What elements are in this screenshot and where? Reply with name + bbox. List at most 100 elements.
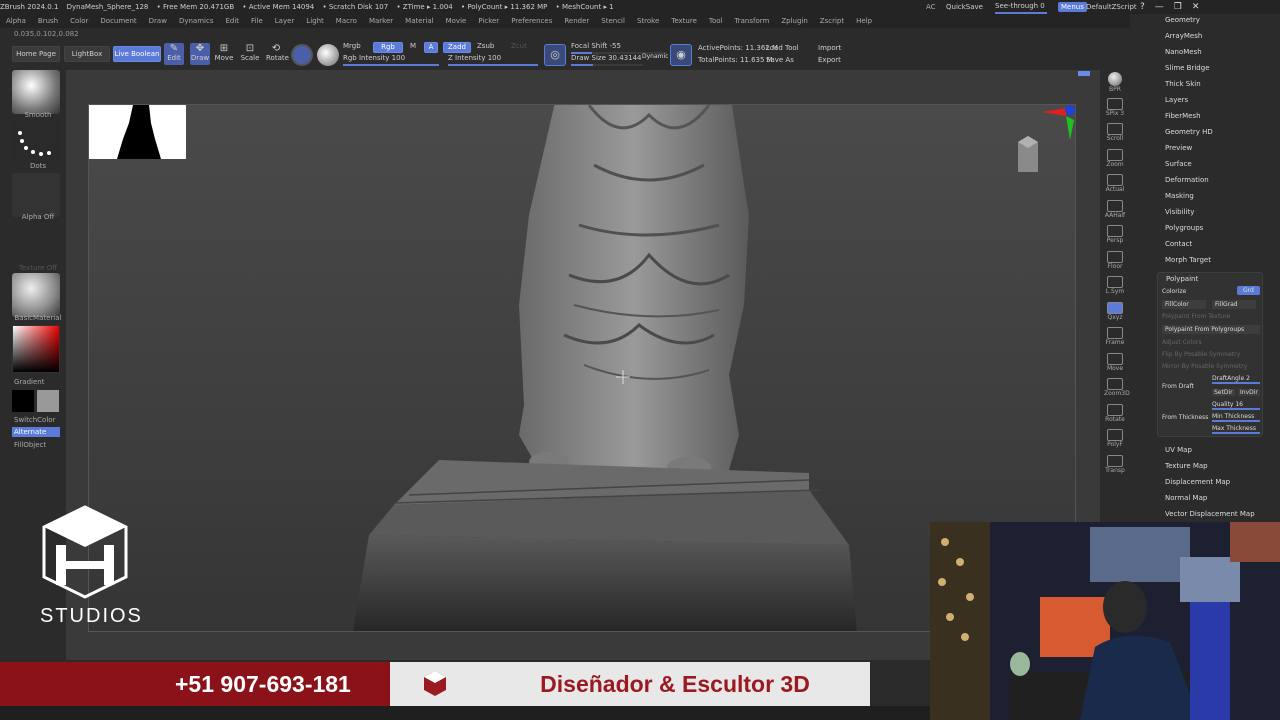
quicksave-button[interactable]: QuickSave <box>946 0 983 14</box>
load-tool-button[interactable]: Load Tool <box>766 44 799 52</box>
focal-icon[interactable]: ◎ <box>544 44 566 66</box>
dynamic-toggle[interactable]: Dynamic <box>642 53 668 60</box>
alpha-thumbnail[interactable] <box>12 173 60 217</box>
setdir-button[interactable]: SetDir <box>1212 389 1235 396</box>
reference-image[interactable] <box>89 105 186 159</box>
menu-edit[interactable]: Edit <box>225 17 239 25</box>
shelf-polyf[interactable]: PolyF <box>1104 429 1126 451</box>
menu-macro[interactable]: Macro <box>336 17 357 25</box>
palette-polygroups[interactable]: Polygroups <box>1165 224 1203 232</box>
draw-size-icon[interactable]: ◉ <box>670 44 692 66</box>
menu-alpha[interactable]: Alpha <box>6 17 26 25</box>
material-thumbnail[interactable] <box>12 273 60 317</box>
main-color-swatch[interactable] <box>12 390 34 412</box>
rotate-button[interactable]: ⟲ Rotate <box>266 43 289 65</box>
home-page-button[interactable]: Home Page <box>12 46 60 62</box>
mrgb-toggle[interactable]: Mrgb <box>343 42 373 50</box>
shelf-qxyz[interactable]: Qxyz <box>1104 301 1126 324</box>
draw-button[interactable]: ✥ Draw <box>190 43 210 65</box>
fillgrad-button[interactable]: FillGrad <box>1212 300 1256 309</box>
polypaint-from-polygroups[interactable]: Polypaint From Polygroups <box>1162 325 1260 334</box>
shelf-zoom[interactable]: Zoom <box>1104 148 1126 171</box>
menu-layer[interactable]: Layer <box>275 17 295 25</box>
shelf-zoom3d[interactable]: Zoom3D <box>1104 378 1130 400</box>
gizmo-icon[interactable] <box>291 44 313 66</box>
palette-masking[interactable]: Masking <box>1165 192 1194 200</box>
fillcolor-button[interactable]: FillColor <box>1162 300 1206 309</box>
palette-normal-map[interactable]: Normal Map <box>1165 494 1207 502</box>
secondary-color-swatch[interactable] <box>37 390 59 412</box>
menu-stroke[interactable]: Stroke <box>637 17 659 25</box>
shelf-scroll[interactable]: Scroll <box>1104 123 1126 145</box>
switchcolor-button[interactable]: SwitchColor <box>14 416 70 424</box>
menu-transform[interactable]: Transform <box>735 17 770 25</box>
max-thickness-slider[interactable]: Max Thickness <box>1212 425 1260 434</box>
palette-preview[interactable]: Preview <box>1165 144 1192 152</box>
palette-deformation[interactable]: Deformation <box>1165 176 1209 184</box>
live-boolean-button[interactable]: Live Boolean <box>113 46 161 62</box>
shelf-move[interactable]: Move <box>1104 352 1126 375</box>
help-icon[interactable]: ? <box>1140 2 1155 12</box>
menu-tool[interactable]: Tool <box>709 17 723 25</box>
window-controls[interactable]: ?—❐✕ <box>1140 0 1209 14</box>
menu-zscript[interactable]: Zscript <box>820 17 844 25</box>
palette-fibermesh[interactable]: FiberMesh <box>1165 112 1201 120</box>
menu-dynamics[interactable]: Dynamics <box>179 17 214 25</box>
brush-thumbnail[interactable] <box>12 70 60 114</box>
menu-texture[interactable]: Texture <box>671 17 697 25</box>
import-button[interactable]: Import <box>818 44 841 52</box>
palette-layers[interactable]: Layers <box>1165 96 1188 104</box>
document-canvas[interactable] <box>88 104 1076 632</box>
draftangle-slider[interactable]: DraftAngle 2 <box>1212 375 1260 384</box>
edit-button[interactable]: ✎ Edit <box>164 43 184 65</box>
menu-preferences[interactable]: Preferences <box>511 17 552 25</box>
palette-texture-map[interactable]: Texture Map <box>1165 462 1208 470</box>
menu-movie[interactable]: Movie <box>446 17 467 25</box>
shelf-spix-3[interactable]: SPix 3 <box>1104 97 1126 120</box>
shelf-bpr[interactable]: BPR <box>1104 72 1126 94</box>
material-sphere-icon[interactable] <box>317 44 339 66</box>
colorize-toggle[interactable]: Colorize <box>1162 288 1186 295</box>
invdir-button[interactable]: InvDir <box>1238 389 1260 396</box>
navigation-cube-icon[interactable] <box>1010 132 1046 180</box>
palette-geometry[interactable]: Geometry <box>1165 16 1200 24</box>
zsub-toggle[interactable]: Zsub <box>477 42 499 50</box>
minimize-icon[interactable]: — <box>1155 2 1174 12</box>
restore-icon[interactable]: ❐ <box>1174 2 1192 12</box>
shelf-aahalf[interactable]: AAHalf <box>1104 199 1126 222</box>
palette-slime-bridge[interactable]: Slime Bridge <box>1165 64 1210 72</box>
palette-uv-map[interactable]: UV Map <box>1165 446 1192 454</box>
flip-posable-symmetry[interactable]: Flip By Posable Symmetry <box>1162 351 1240 358</box>
menu-material[interactable]: Material <box>405 17 433 25</box>
rgb-intensity-slider[interactable]: Rgb Intensity 100 <box>343 54 439 66</box>
shelf-persp[interactable]: Persp <box>1104 225 1126 247</box>
draw-size-slider[interactable]: Draw Size 30.43144 <box>571 54 643 66</box>
menu-zplugin[interactable]: Zplugin <box>781 17 807 25</box>
palette-morph-target[interactable]: Morph Target <box>1165 256 1211 264</box>
menu-brush[interactable]: Brush <box>38 17 58 25</box>
see-through-slider[interactable]: See-through 0 <box>995 0 1047 14</box>
save-as-button[interactable]: Save As <box>766 56 794 64</box>
menus-toggle[interactable]: Menus <box>1058 2 1087 12</box>
polypaint-from-texture[interactable]: Polypaint From Texture <box>1162 313 1230 320</box>
palette-nanomesh[interactable]: NanoMesh <box>1165 48 1202 56</box>
alternate-button[interactable]: Alternate <box>12 427 60 437</box>
menu-marker[interactable]: Marker <box>369 17 393 25</box>
stroke-thumbnail[interactable] <box>12 121 60 165</box>
menu-light[interactable]: Light <box>306 17 323 25</box>
adjust-colors[interactable]: Adjust Colors <box>1162 339 1201 346</box>
z-intensity-slider[interactable]: Z Intensity 100 <box>448 54 538 66</box>
menu-document[interactable]: Document <box>100 17 136 25</box>
menu-stencil[interactable]: Stencil <box>601 17 625 25</box>
palette-geometry-hd[interactable]: Geometry HD <box>1165 128 1213 136</box>
mirror-posable-symmetry[interactable]: Mirror By Posable Symmetry <box>1162 363 1247 370</box>
palette-displacement-map[interactable]: Displacement Map <box>1165 478 1230 486</box>
gradient-label[interactable]: Gradient <box>14 378 70 386</box>
shelf-transp[interactable]: Transp <box>1104 454 1126 477</box>
shelf-rotate[interactable]: Rotate <box>1104 403 1126 426</box>
palette-vector-displacement-map[interactable]: Vector Displacement Map <box>1165 510 1255 518</box>
zcut-toggle[interactable]: Zcut <box>511 42 531 50</box>
from-draft-button[interactable]: From Draft <box>1162 383 1194 390</box>
palette-thick-skin[interactable]: Thick Skin <box>1165 80 1201 88</box>
menu-color[interactable]: Color <box>70 17 88 25</box>
